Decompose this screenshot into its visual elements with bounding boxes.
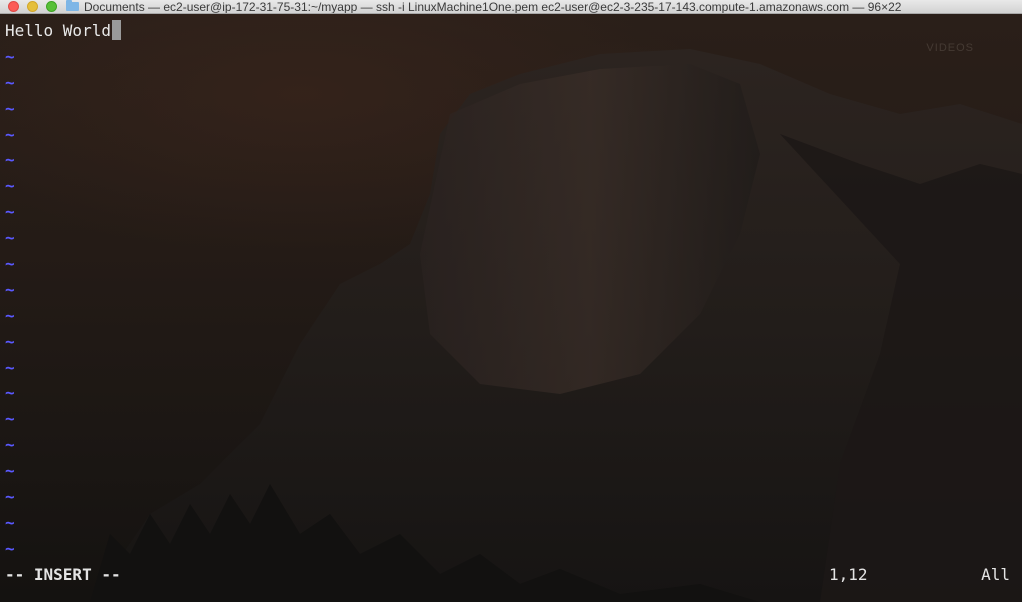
empty-line-marker: ~ (5, 331, 15, 351)
empty-line-marker: ~ (5, 435, 15, 455)
zoom-window-button[interactable] (46, 1, 57, 12)
empty-line-marker: ~ (5, 487, 15, 507)
terminal-content[interactable]: VIDEOS Hello World ~ ~ ~ ~ ~ ~ ~ ~ ~ ~ ~ ~ ~ ~ ~ ~ ~ ~ ~ ~ … (0, 14, 1022, 602)
minimize-window-button[interactable] (27, 1, 38, 12)
empty-line-marker: ~ (5, 409, 15, 429)
empty-line-marker: ~ (5, 461, 15, 481)
empty-line-marker: ~ (5, 357, 15, 377)
empty-line-marker: ~ (5, 98, 15, 118)
terminal-window: Documents — ec2-user@ip-172-31-75-31:~/m… (0, 0, 1022, 602)
title-bar[interactable]: Documents — ec2-user@ip-172-31-75-31:~/m… (0, 0, 1022, 14)
text-cursor (111, 20, 121, 40)
empty-line-marker: ~ (5, 305, 15, 325)
window-title: Documents — ec2-user@ip-172-31-75-31:~/m… (84, 0, 902, 14)
buffer-line-text: Hello World (5, 21, 111, 40)
editor-buffer[interactable]: Hello World ~ ~ ~ ~ ~ ~ ~ ~ ~ ~ ~ ~ ~ ~ ~ ~ ~ ~ ~ ~ (5, 18, 121, 562)
empty-line-marker: ~ (5, 46, 15, 66)
empty-line-marker: ~ (5, 150, 15, 170)
empty-line-marker: ~ (5, 383, 15, 403)
mode-indicator: -- INSERT -- (5, 565, 121, 584)
empty-line-marker: ~ (5, 279, 15, 299)
scroll-indicator: All (981, 565, 1010, 584)
buffer-line[interactable]: Hello World (5, 18, 121, 44)
empty-line-marker: ~ (5, 538, 15, 558)
empty-line-marker: ~ (5, 512, 15, 532)
close-window-button[interactable] (8, 1, 19, 12)
empty-line-marker: ~ (5, 202, 15, 222)
empty-line-marker: ~ (5, 176, 15, 196)
empty-line-marker: ~ (5, 254, 15, 274)
vim-status-line: -- INSERT -- 1,12 All (0, 564, 1022, 586)
empty-line-marker: ~ (5, 228, 15, 248)
empty-line-marker: ~ (5, 124, 15, 144)
watermark: VIDEOS (926, 42, 974, 54)
empty-line-marker: ~ (5, 72, 15, 92)
folder-icon (66, 0, 79, 11)
cursor-position: 1,12 (829, 565, 868, 584)
desktop-wallpaper-mountain (90, 49, 1022, 602)
